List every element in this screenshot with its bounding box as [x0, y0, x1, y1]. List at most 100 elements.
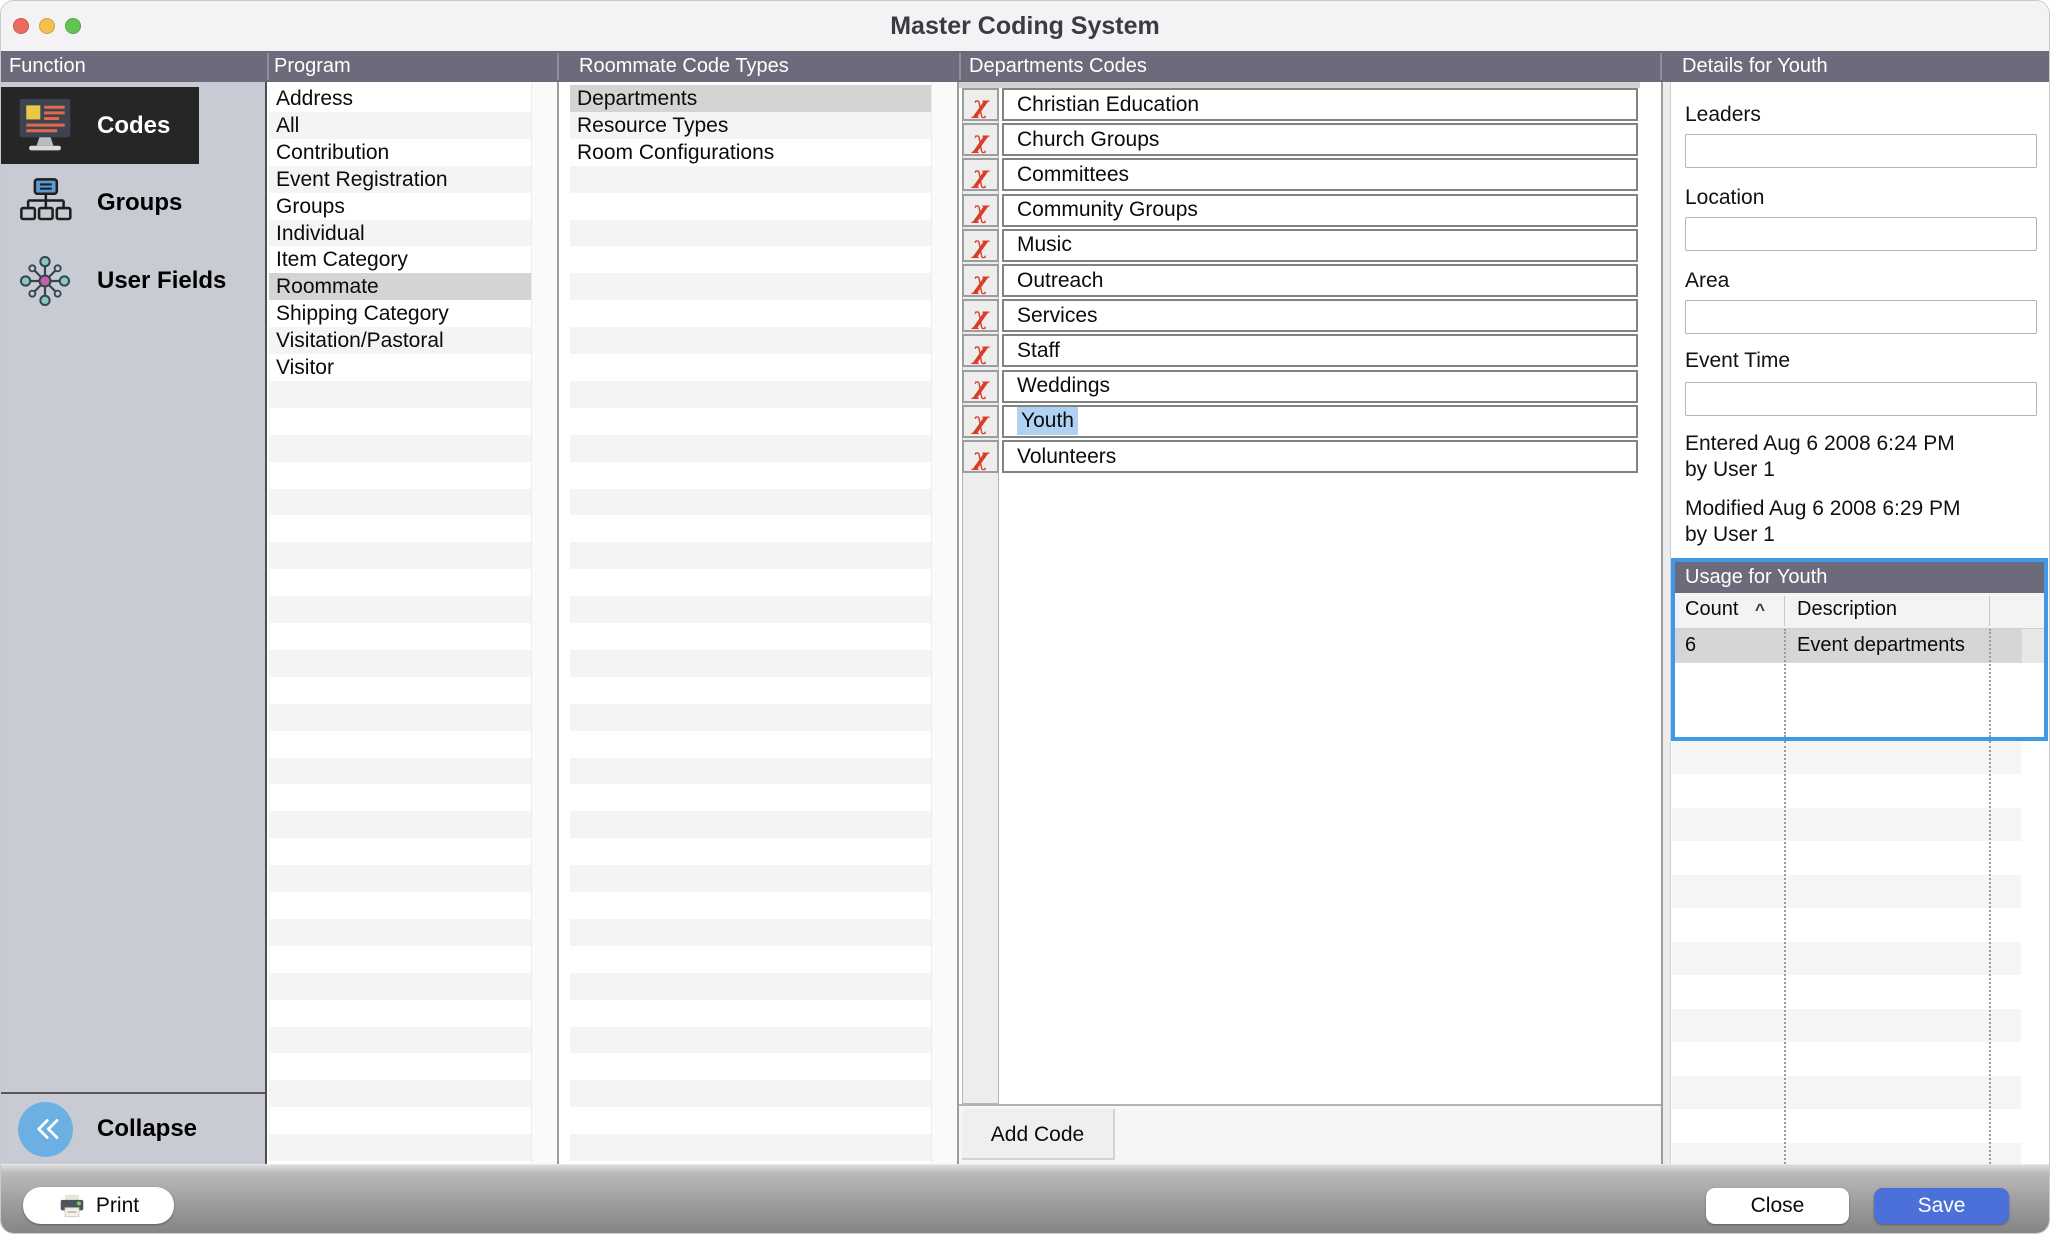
sidebar-item-groups[interactable]: Groups	[1, 165, 267, 242]
list-item[interactable]: Resource Types	[570, 111, 931, 139]
code-item[interactable]: Music	[1002, 228, 1638, 262]
list-empty-row	[570, 972, 931, 1000]
event-time-input[interactable]	[1685, 382, 2037, 416]
red-x-icon: χ	[972, 371, 989, 401]
code-item[interactable]: Services	[1002, 299, 1638, 333]
delete-code-button[interactable]: χ	[962, 88, 999, 121]
leaders-input[interactable]	[1685, 134, 2037, 168]
list-empty-row	[570, 569, 931, 597]
list-empty-row	[269, 461, 531, 489]
red-x-icon: χ	[972, 441, 989, 471]
delete-code-button[interactable]: χ	[962, 264, 999, 297]
usage-row[interactable]: 6 Event departments	[1675, 629, 2022, 663]
sidebar-item-user-fields[interactable]: User Fields	[1, 242, 267, 319]
add-code-strip: Add Code	[959, 1104, 1661, 1164]
code-item[interactable]: Committees	[1002, 158, 1638, 192]
list-item[interactable]: Visitation/Pastoral	[269, 327, 531, 355]
list-empty-row	[570, 865, 931, 893]
list-item[interactable]: Individual	[269, 219, 531, 247]
delete-code-button[interactable]: χ	[962, 404, 999, 438]
delete-code-button[interactable]: χ	[962, 334, 999, 368]
title-bar: Master Coding System	[1, 1, 2049, 51]
usage-empty-row	[1672, 808, 2021, 841]
code-item[interactable]: Outreach	[1002, 264, 1638, 297]
print-button[interactable]: Print	[23, 1187, 174, 1224]
list-item[interactable]: Event Registration	[269, 165, 531, 193]
codes-monitor-icon	[13, 96, 77, 156]
list-item[interactable]: Visitor	[269, 354, 531, 381]
header-divider	[267, 53, 269, 80]
area-input[interactable]	[1685, 300, 2037, 334]
code-item[interactable]: Youth	[1002, 404, 1638, 438]
header-departments-codes: Departments Codes	[969, 55, 1147, 77]
code-item[interactable]: Staff	[1002, 334, 1638, 368]
list-empty-row	[570, 165, 931, 193]
list-empty-row	[269, 380, 531, 408]
description-column-header[interactable]: Description	[1797, 598, 1897, 621]
list-item[interactable]: Item Category	[269, 246, 531, 274]
list-empty-row	[570, 192, 931, 220]
list-empty-row	[570, 1134, 931, 1162]
departments-codes-column: χ Christian Education χ Church Groups χ Commi…	[959, 82, 1661, 1164]
list-empty-row	[570, 1107, 931, 1135]
code-item[interactable]: Weddings	[1002, 369, 1638, 403]
list-empty-row	[269, 784, 531, 812]
close-button[interactable]: Close	[1706, 1188, 1849, 1224]
header-divider	[557, 53, 559, 80]
delete-code-button[interactable]: χ	[962, 369, 999, 403]
list-empty-row	[570, 757, 931, 785]
usage-empty-row	[1672, 1143, 2021, 1164]
list-item[interactable]: Departments	[570, 85, 931, 112]
list-empty-row	[269, 730, 531, 758]
usage-empty-row	[1672, 1009, 2021, 1042]
list-empty-row	[570, 300, 931, 328]
list-empty-row	[570, 461, 931, 489]
list-empty-row	[570, 676, 931, 704]
delete-code-button[interactable]: χ	[962, 440, 999, 473]
code-item-label: Church Groups	[1017, 127, 1160, 151]
code-item[interactable]: Church Groups	[1002, 123, 1638, 157]
code-item[interactable]: Volunteers	[1002, 440, 1638, 473]
code-item[interactable]: Community Groups	[1002, 193, 1638, 227]
list-item[interactable]: Address	[269, 85, 531, 112]
location-input[interactable]	[1685, 217, 2037, 251]
delete-code-button[interactable]: χ	[962, 228, 999, 262]
list-item[interactable]: Shipping Category	[269, 300, 531, 328]
list-item[interactable]: Room Configurations	[570, 138, 931, 166]
list-item[interactable]: All	[269, 111, 531, 139]
field-label: Area	[1685, 269, 1730, 292]
collapse-button[interactable]: Collapse	[1, 1094, 265, 1164]
list-empty-row	[570, 219, 931, 247]
red-x-icon: χ	[972, 300, 989, 330]
column-header-bar: Function Program Roommate Code Types Dep…	[1, 51, 2049, 82]
details-left-gutter	[1663, 82, 1671, 1164]
header-roommate-code-types: Roommate Code Types	[579, 55, 789, 77]
roommate-scrollbar-track[interactable]	[931, 82, 957, 1164]
count-column-header[interactable]: Count	[1685, 598, 1738, 621]
list-item[interactable]: Groups	[269, 192, 531, 220]
add-code-button[interactable]: Add Code	[962, 1109, 1115, 1160]
list-empty-row	[269, 757, 531, 785]
list-empty-row	[570, 1026, 931, 1054]
delete-code-button[interactable]: χ	[962, 123, 999, 157]
list-empty-row	[570, 838, 931, 866]
code-item[interactable]: Christian Education	[1002, 88, 1638, 121]
save-button[interactable]: Save	[1874, 1188, 2009, 1224]
list-empty-row	[570, 596, 931, 624]
sidebar-item-label: Codes	[97, 111, 171, 139]
delete-code-button[interactable]: χ	[962, 299, 999, 333]
list-empty-row	[269, 918, 531, 946]
list-empty-row	[570, 999, 931, 1027]
list-item[interactable]: Roommate	[269, 273, 531, 301]
list-empty-row	[269, 649, 531, 677]
sidebar-item-label: Groups	[97, 189, 183, 216]
usage-empty-row	[1672, 975, 2021, 1009]
delete-code-button[interactable]: χ	[962, 193, 999, 227]
sidebar-item-codes[interactable]: Codes	[1, 87, 199, 164]
list-item[interactable]: Contribution	[269, 138, 531, 166]
delete-code-button[interactable]: χ	[962, 158, 999, 192]
program-scrollbar-track[interactable]	[531, 82, 557, 1164]
list-empty-row	[570, 273, 931, 301]
code-item-label: Music	[1017, 233, 1072, 257]
details-panel: Leaders Location Area Event Time Entered Au…	[1663, 82, 2049, 1164]
